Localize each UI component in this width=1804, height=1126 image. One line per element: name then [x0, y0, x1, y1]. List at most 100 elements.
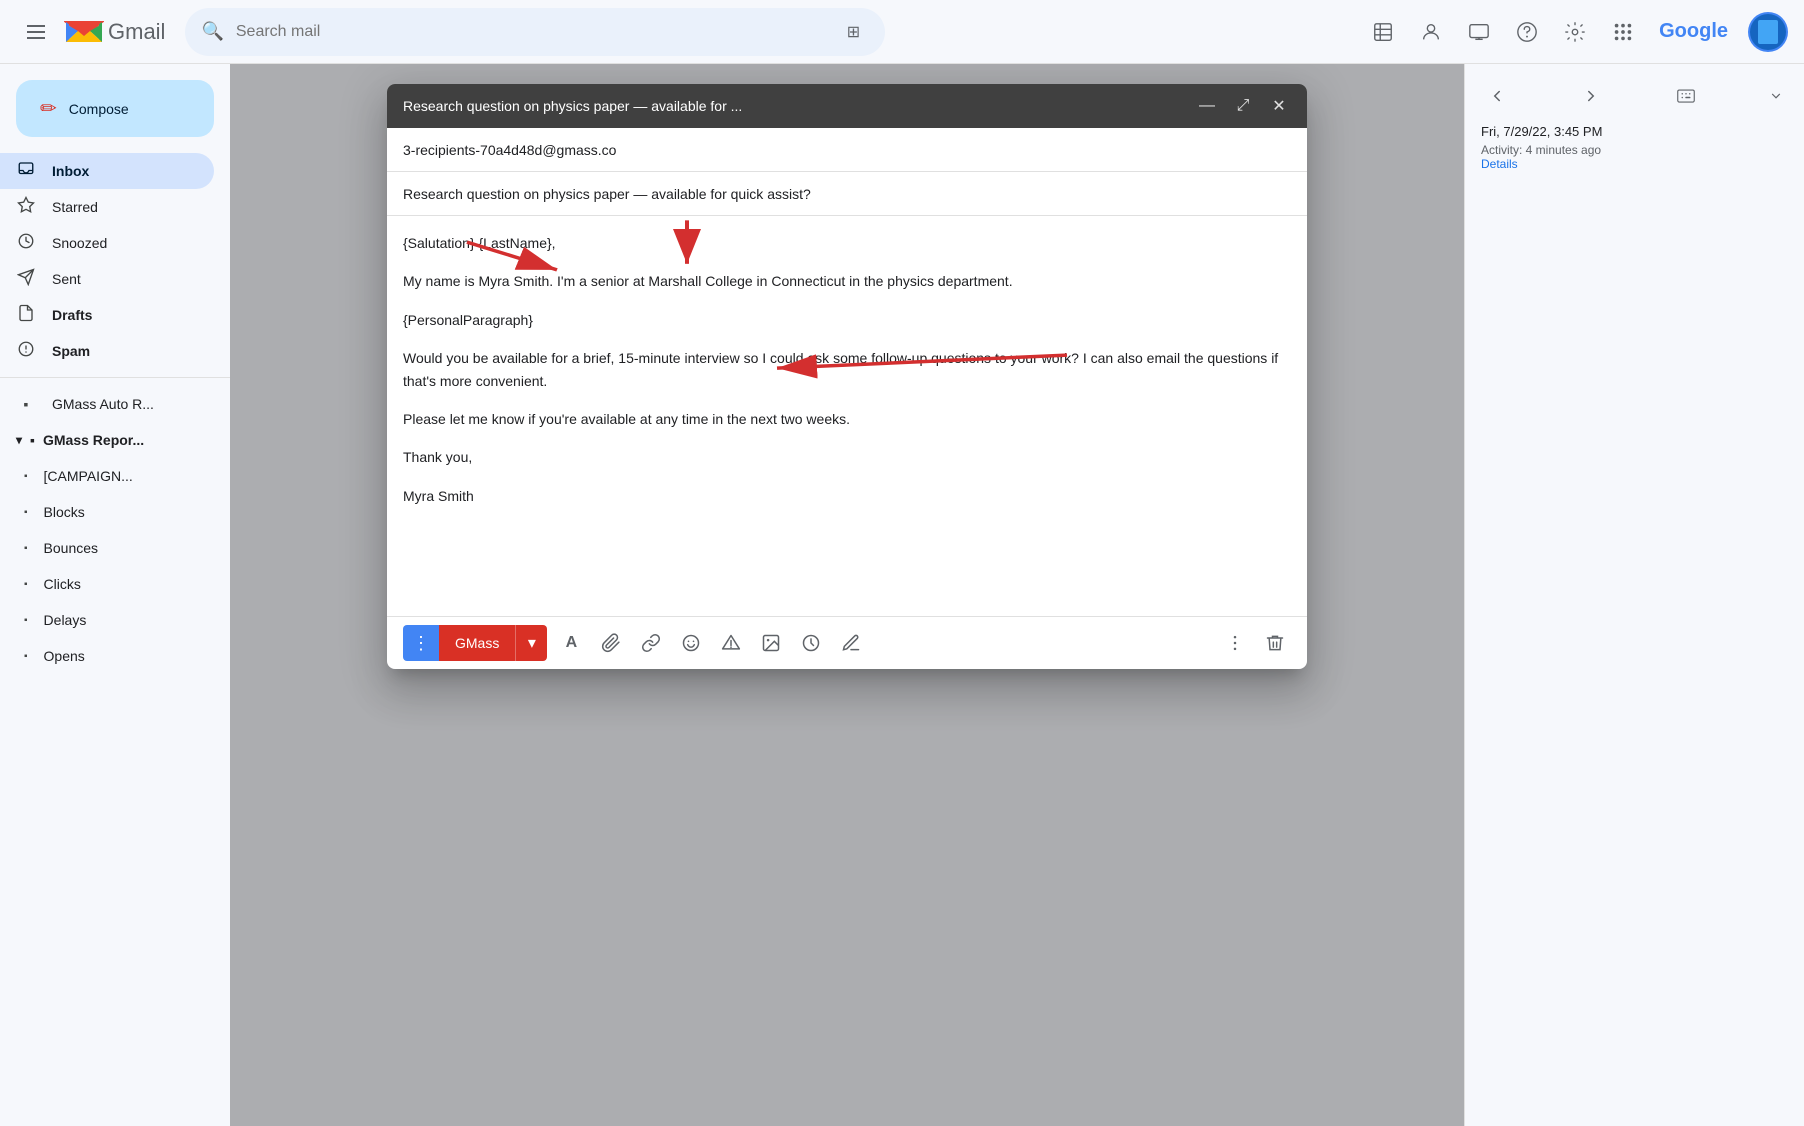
sidebar-item-gmass-auto[interactable]: ▪ GMass Auto R...	[0, 386, 214, 422]
sidebar-item-inbox[interactable]: Inbox	[0, 153, 214, 189]
closing-line: Thank you,	[403, 446, 1291, 468]
sidebar-item-label: Spam	[52, 343, 90, 359]
folder-icon: ▪	[24, 615, 28, 626]
search-input[interactable]	[236, 23, 826, 41]
link-icon	[641, 633, 661, 653]
send-icon	[16, 268, 36, 291]
sidebar-item-label: [CAMPAIGN...	[44, 468, 133, 484]
gmass-send-button[interactable]: GMass	[439, 625, 515, 661]
menu-icon[interactable]	[16, 12, 56, 52]
search-icon: 🔍	[201, 21, 223, 42]
maximize-button[interactable]: ⤢	[1231, 94, 1255, 118]
right-panel: Fri, 7/29/22, 3:45 PM Activity: 4 minute…	[1464, 64, 1804, 1126]
pen-button[interactable]	[835, 627, 867, 659]
more-vertical-icon	[1225, 633, 1245, 653]
sidebar-item-label: Drafts	[52, 307, 92, 323]
right-panel-details-link[interactable]: Details	[1481, 157, 1788, 171]
emoji-icon	[681, 633, 701, 653]
folder-icon: ▪	[30, 432, 35, 448]
attach-button[interactable]	[595, 627, 627, 659]
sidebar-item-label: Snoozed	[52, 235, 107, 251]
display-icon[interactable]	[1459, 12, 1499, 52]
gmass-dropdown-button[interactable]: ▾	[515, 625, 547, 661]
sidebar-item-starred[interactable]: Starred	[0, 189, 214, 225]
compose-toolbar: ⋮ GMass ▾ A	[387, 616, 1307, 669]
more-options-button[interactable]	[1219, 627, 1251, 659]
nav-prev-button[interactable]	[1481, 80, 1513, 112]
compose-header-title: Research question on physics paper — ava…	[403, 98, 742, 114]
clock-icon	[16, 232, 36, 255]
folder-icon: ▪	[16, 396, 36, 412]
topbar-right: Google	[1363, 12, 1788, 52]
sidebar-item-blocks[interactable]: ▪ Blocks	[8, 494, 214, 530]
compose-label: Compose	[69, 101, 129, 117]
salutation-line: {Salutation} {LastName},	[403, 232, 1291, 254]
sidebar-item-opens[interactable]: ▪ Opens	[8, 638, 214, 674]
sidebar-item-sent[interactable]: Sent	[0, 261, 214, 297]
delete-button[interactable]	[1259, 627, 1291, 659]
right-panel-date: Fri, 7/29/22, 3:45 PM	[1481, 124, 1788, 139]
sidebar-item-bounces[interactable]: ▪ Bounces	[8, 530, 214, 566]
emoji-button[interactable]	[675, 627, 707, 659]
help-icon[interactable]	[1507, 12, 1547, 52]
pen-icon	[841, 633, 861, 653]
compose-header: Research question on physics paper — ava…	[387, 84, 1307, 128]
gmass-dots-button[interactable]: ⋮	[403, 625, 439, 661]
subject-field[interactable]: Research question on physics paper — ava…	[387, 172, 1307, 216]
folder-icon: ▪	[24, 507, 28, 518]
folder-icon: ▪	[24, 543, 28, 554]
sidebar-item-snoozed[interactable]: Snoozed	[0, 225, 214, 261]
draft-icon	[16, 304, 36, 327]
search-options-icon[interactable]: ⊞	[837, 16, 869, 48]
body-line2: Would you be available for a brief, 15-m…	[403, 347, 1291, 392]
right-panel-activity: Activity: 4 minutes ago	[1481, 143, 1788, 157]
sidebar-item-spam[interactable]: Spam	[0, 333, 214, 369]
gmail-background: Gmail 🔍 ⊞ Google	[0, 0, 1804, 1126]
sidebar-item-clicks[interactable]: ▪ Clicks	[8, 566, 214, 602]
folder-icon: ▪	[24, 579, 28, 590]
pencil-icon: ✏	[40, 96, 57, 121]
to-field[interactable]: 3-recipients-70a4d48d@gmass.co	[387, 128, 1307, 172]
personal-paragraph-line: {PersonalParagraph}	[403, 309, 1291, 331]
sidebar-item-label: Delays	[44, 612, 87, 628]
gmail-logo: Gmail	[64, 17, 165, 47]
drive-button[interactable]	[715, 627, 747, 659]
image-button[interactable]	[755, 627, 787, 659]
sidebar-item-campaign[interactable]: ▪ [CAMPAIGN...	[8, 458, 214, 494]
search-bar[interactable]: 🔍 ⊞	[185, 8, 885, 56]
gmass-button-group: ⋮ GMass ▾	[403, 625, 547, 661]
to-field-value: 3-recipients-70a4d48d@gmass.co	[403, 142, 616, 158]
compose-button[interactable]: ✏ Compose	[16, 80, 214, 137]
compose-modal: Research question on physics paper — ava…	[387, 84, 1307, 669]
right-panel-nav	[1481, 80, 1788, 112]
body-line1: My name is Myra Smith. I'm a senior at M…	[403, 270, 1291, 292]
sidebar-item-delays[interactable]: ▪ Delays	[8, 602, 214, 638]
sidebar-item-drafts[interactable]: Drafts	[0, 297, 214, 333]
sidebar-item-label: Clicks	[44, 576, 81, 592]
spreadsheet-icon[interactable]	[1363, 12, 1403, 52]
main-layout: ✏ Compose Inbox Starred Snoozed	[0, 64, 1804, 1126]
sidebar-item-label: Blocks	[44, 504, 85, 520]
drive-icon	[721, 633, 741, 653]
format-text-button[interactable]: A	[555, 627, 587, 659]
gmass-reports-subsection: ▪ [CAMPAIGN... ▪ Blocks ▪ Bounces ▪ Clic…	[0, 458, 230, 674]
star-icon	[16, 196, 36, 219]
user-avatar[interactable]	[1748, 12, 1788, 52]
compose-body[interactable]: {Salutation} {LastName}, My name is Myra…	[387, 216, 1307, 616]
spam-icon	[16, 340, 36, 363]
image-icon	[761, 633, 781, 653]
keyboard-icon[interactable]	[1670, 80, 1702, 112]
minimize-button[interactable]: —	[1195, 94, 1219, 118]
contacts-icon[interactable]	[1411, 12, 1451, 52]
sidebar-item-label: Inbox	[52, 163, 89, 179]
schedule-button[interactable]	[795, 627, 827, 659]
paperclip-icon	[601, 633, 621, 653]
sidebar-gmass-reports-toggle[interactable]: ▾ ▪ GMass Repor...	[0, 422, 214, 458]
link-button[interactable]	[635, 627, 667, 659]
dropdown-icon[interactable]	[1764, 80, 1788, 112]
close-button[interactable]: ✕	[1267, 94, 1291, 118]
settings-icon[interactable]	[1555, 12, 1595, 52]
nav-next-button[interactable]	[1575, 80, 1607, 112]
subject-field-value: Research question on physics paper — ava…	[403, 186, 811, 202]
apps-icon[interactable]	[1603, 12, 1643, 52]
